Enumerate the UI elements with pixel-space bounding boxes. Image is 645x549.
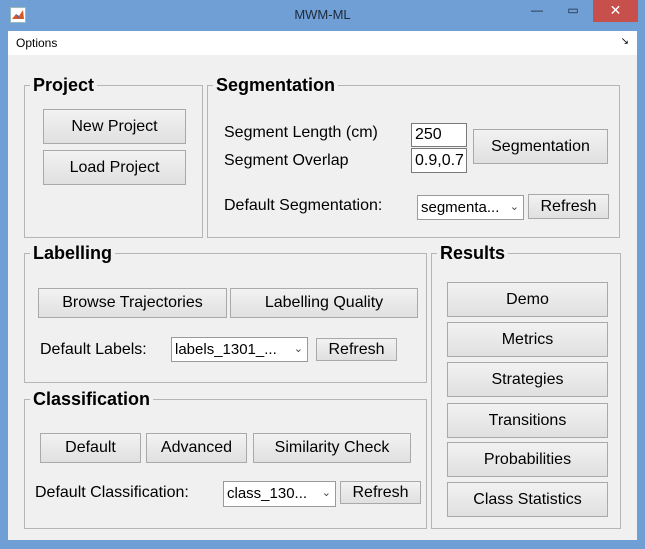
segment-overlap-input[interactable] — [411, 148, 467, 173]
segmentation-refresh-button[interactable]: Refresh — [528, 194, 609, 219]
demo-button[interactable]: Demo — [447, 282, 608, 317]
chevron-down-icon: ⌄ — [293, 343, 303, 355]
probabilities-button[interactable]: Probabilities — [447, 442, 608, 477]
close-button[interactable]: ✕ — [593, 0, 638, 22]
menu-options[interactable]: Options — [16, 36, 57, 50]
metrics-button[interactable]: Metrics — [447, 322, 608, 357]
segmentation-title: Segmentation — [213, 74, 339, 96]
results-panel: Results Demo Metrics Strategies Transiti… — [431, 242, 621, 529]
segment-length-input[interactable] — [411, 123, 467, 147]
strategies-button[interactable]: Strategies — [447, 362, 608, 397]
classification-title: Classification — [30, 388, 154, 410]
app-window: MWM-ML — ▭ ✕ Options ↘ Project New Proje… — [0, 0, 645, 549]
maximize-button[interactable]: ▭ — [556, 0, 590, 22]
default-labels-value: labels_1301_... — [175, 341, 277, 358]
project-panel: Project New Project Load Project — [24, 74, 203, 238]
default-classification-label: Default Classification: — [35, 484, 189, 501]
project-title: Project — [30, 74, 98, 96]
client-area: Options ↘ Project New Project Load Proje… — [8, 31, 637, 540]
default-segmentation-value: segmenta... — [421, 199, 500, 216]
labelling-panel: Labelling Browse Trajectories Labelling … — [24, 242, 427, 383]
labelling-quality-button[interactable]: Labelling Quality — [230, 288, 418, 318]
similarity-check-button[interactable]: Similarity Check — [253, 433, 411, 463]
transitions-button[interactable]: Transitions — [447, 403, 608, 438]
new-project-button[interactable]: New Project — [43, 109, 186, 144]
title-bar: MWM-ML — ▭ ✕ — [0, 0, 645, 31]
menu-bar: Options ↘ — [8, 31, 637, 55]
advanced-button[interactable]: Advanced — [146, 433, 247, 463]
chevron-down-icon: ⌄ — [321, 487, 331, 499]
undock-arrow-icon[interactable]: ↘ — [621, 36, 629, 47]
browse-trajectories-button[interactable]: Browse Trajectories — [38, 288, 227, 318]
classification-panel: Classification Default Advanced Similari… — [24, 388, 427, 529]
segmentation-button[interactable]: Segmentation — [473, 129, 608, 164]
segmentation-panel: Segmentation Segment Length (cm) Segment… — [207, 74, 620, 238]
load-project-button[interactable]: Load Project — [43, 150, 186, 185]
default-classification-button[interactable]: Default — [40, 433, 141, 463]
class-statistics-button[interactable]: Class Statistics — [447, 482, 608, 517]
default-segmentation-label: Default Segmentation: — [224, 197, 383, 214]
default-labels-select[interactable]: labels_1301_... ⌄ — [171, 337, 308, 362]
segment-overlap-label: Segment Overlap — [224, 152, 349, 169]
classification-refresh-button[interactable]: Refresh — [340, 481, 421, 504]
labelling-title: Labelling — [30, 242, 116, 264]
labels-refresh-button[interactable]: Refresh — [316, 338, 397, 361]
default-segmentation-select[interactable]: segmenta... ⌄ — [417, 195, 524, 220]
chevron-down-icon: ⌄ — [509, 201, 519, 213]
results-title: Results — [437, 242, 509, 264]
default-labels-label: Default Labels: — [40, 341, 147, 358]
default-classification-select[interactable]: class_130... ⌄ — [223, 481, 336, 507]
minimize-button[interactable]: — — [522, 0, 552, 22]
segment-length-label: Segment Length (cm) — [224, 124, 378, 141]
default-classification-value: class_130... — [227, 485, 308, 502]
